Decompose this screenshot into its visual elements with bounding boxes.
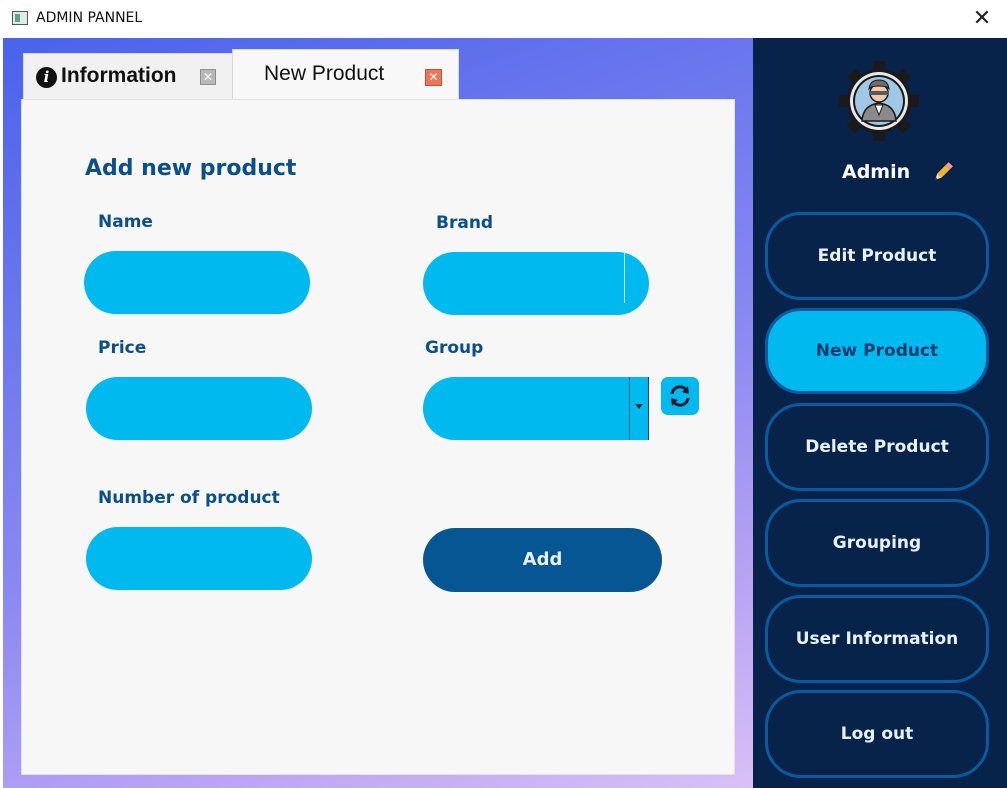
tab-label: Information — [61, 64, 177, 87]
sidebar-item-new-product[interactable]: New Product — [765, 308, 989, 394]
brand-input[interactable] — [423, 252, 649, 315]
form-heading: Add new product — [85, 156, 297, 181]
app-icon — [12, 11, 28, 25]
brand-divider — [624, 253, 625, 303]
sidebar-item-edit-product[interactable]: Edit Product — [765, 212, 989, 300]
tab-information[interactable]: i Information ✕ — [23, 53, 233, 99]
title-bar: ADMIN PANNEL ✕ — [0, 0, 1007, 39]
tab-label: New Product — [264, 62, 385, 85]
brand-label: Brand — [436, 213, 494, 233]
tab-new-product[interactable]: New Product ✕ — [232, 49, 459, 101]
group-select[interactable] — [423, 377, 638, 440]
add-button[interactable]: Add — [423, 528, 662, 592]
sidebar-item-user-information[interactable]: User Information — [765, 595, 989, 683]
admin-name: Admin — [842, 161, 911, 183]
sidebar-item-log-out[interactable]: Log out — [765, 690, 989, 778]
name-label: Name — [98, 212, 153, 232]
tab-close-icon[interactable]: ✕ — [425, 69, 442, 86]
pencil-icon[interactable] — [931, 160, 955, 184]
number-input[interactable] — [86, 527, 312, 590]
chevron-down-icon[interactable] — [629, 377, 649, 440]
window-title: ADMIN PANNEL — [36, 10, 143, 26]
refresh-button[interactable] — [661, 377, 699, 415]
sidebar-item-grouping[interactable]: Grouping — [765, 499, 989, 587]
sidebar-item-delete-product[interactable]: Delete Product — [765, 403, 989, 491]
window-close-button[interactable]: ✕ — [966, 4, 998, 34]
admin-avatar-icon — [839, 61, 919, 141]
name-input[interactable] — [84, 251, 310, 314]
price-input[interactable] — [86, 377, 312, 440]
refresh-icon — [670, 385, 690, 407]
info-icon: i — [36, 67, 57, 88]
tab-close-icon[interactable]: ✕ — [200, 69, 216, 85]
group-label: Group — [425, 338, 484, 358]
number-label: Number of product — [98, 488, 280, 508]
price-label: Price — [98, 338, 147, 358]
